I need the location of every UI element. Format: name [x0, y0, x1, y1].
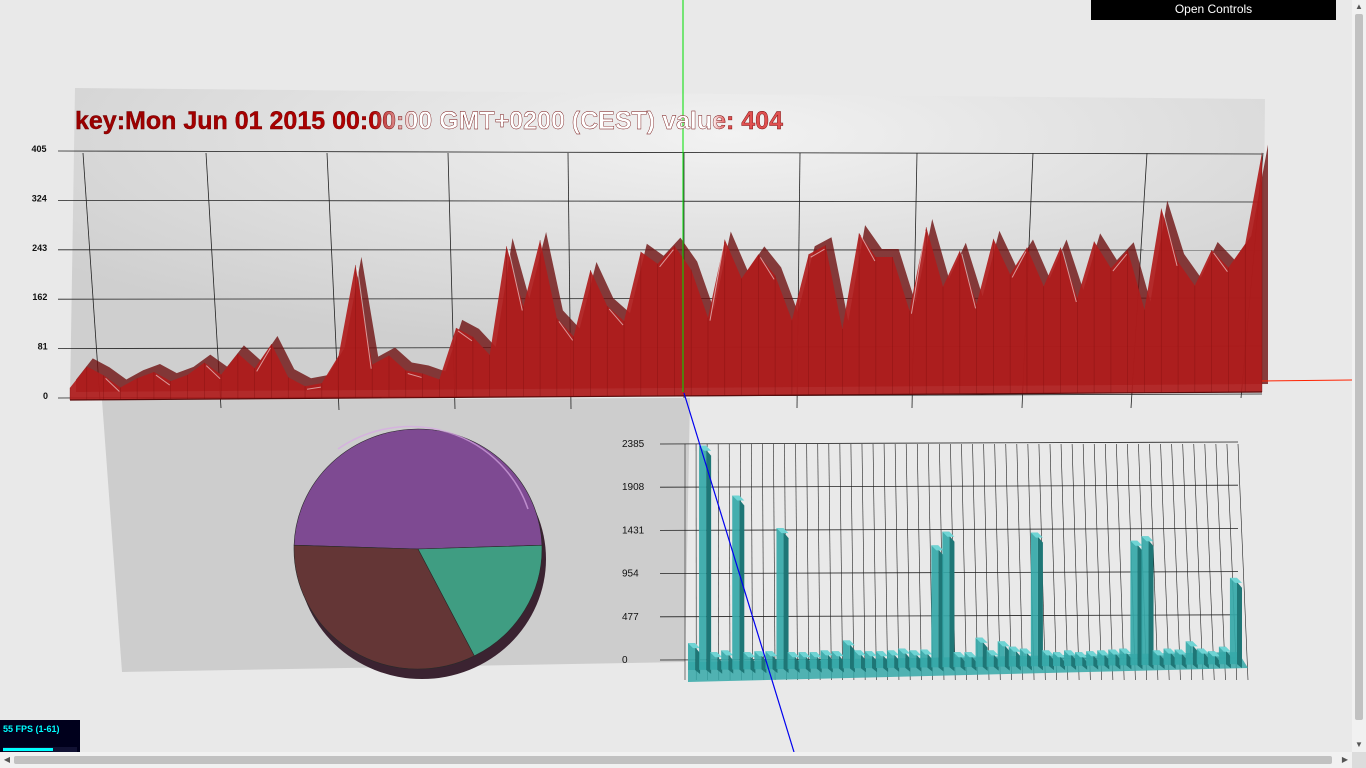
area-y-tick-label: 81	[38, 342, 48, 352]
bar-side	[1237, 581, 1242, 669]
webgl-scene[interactable]: 0 81 162 243 324 405 0 477 954 1431 1908 2385 key:…	[0, 0, 1352, 752]
scroll-right-icon[interactable]: ▶	[1338, 752, 1352, 768]
area-y-tick-label: 324	[32, 193, 47, 203]
horizontal-scrollbar[interactable]: ◀ ▶	[0, 752, 1352, 768]
scroll-up-icon[interactable]: ▲	[1352, 0, 1366, 14]
bar	[776, 528, 784, 670]
vertical-scrollbar[interactable]: ▲ ▼	[1352, 0, 1366, 752]
bar-side	[1037, 536, 1043, 671]
bar-grid-line	[817, 443, 821, 681]
bar-y-tick-label: 2385	[622, 439, 645, 450]
tooltip-value-prefix: value:	[655, 107, 741, 135]
bar-grid-line	[1016, 443, 1024, 681]
bar	[1141, 536, 1149, 666]
area-y-tick-label: 405	[31, 144, 46, 154]
bar-grid-line	[1171, 443, 1181, 681]
area-y-tick-label: 243	[32, 243, 47, 253]
area-y-tick-label: 162	[32, 292, 47, 302]
bar-side	[1148, 540, 1154, 670]
bar-y-tick-label: 477	[622, 612, 639, 623]
bar	[1130, 540, 1138, 666]
open-controls-button[interactable]: Open Controls	[1091, 0, 1336, 20]
bar	[942, 531, 950, 668]
bar	[1229, 577, 1237, 665]
tooltip-value: 404	[741, 107, 783, 135]
bar-grid-line	[872, 443, 877, 681]
scrollbar-corner	[1352, 752, 1366, 768]
fps-graph-fill	[3, 748, 54, 751]
bar-grid-line	[883, 443, 888, 681]
hover-tooltip: key:Mon Jun 01 2015 00:00:00 GMT+0200 (C…	[75, 107, 783, 135]
bar-grid-line	[894, 443, 900, 681]
bar-grid-line	[1071, 443, 1080, 681]
bar-grid-line	[1093, 443, 1102, 681]
bar-side	[949, 535, 955, 672]
bar-side	[706, 449, 712, 674]
bar-y-tick-label: 0	[622, 655, 628, 666]
bar-grid-line	[751, 443, 753, 681]
bar-side	[783, 532, 789, 674]
vertical-scroll-thumb[interactable]	[1355, 14, 1363, 720]
bar	[1030, 532, 1038, 667]
bar-grid-line	[806, 443, 810, 681]
area-chart-y-ticks: 0 81 162 243 324 405	[31, 144, 48, 401]
bar-grid-line	[1060, 443, 1069, 681]
bar-grid-line	[795, 443, 798, 681]
bar-grid-line	[728, 443, 731, 681]
tooltip-key-prefix: key:	[75, 107, 125, 135]
bar-grid-line	[916, 443, 922, 681]
bar-y-tick-label: 1908	[622, 482, 645, 493]
tooltip-key-value: Mon Jun 01 2015 00:00:00 GMT+0200 (CEST)	[125, 107, 655, 135]
bar-grid-line	[659, 441, 1239, 445]
fps-label: 55 FPS (1-61)	[3, 724, 60, 734]
bar-grid-line	[659, 528, 1239, 531]
bar-grid-line	[861, 443, 866, 681]
bar-grid-line	[1160, 443, 1170, 681]
bar	[732, 495, 740, 670]
bar-grid-line	[961, 443, 967, 681]
area-y-tick-label: 0	[43, 391, 48, 401]
bar-grid-line	[1204, 443, 1215, 681]
bar-grid-line	[1049, 443, 1057, 681]
bar-grid-line	[839, 443, 843, 681]
bar	[931, 545, 939, 668]
bar-y-tick-label: 1431	[622, 525, 645, 536]
bar-grid-line	[773, 443, 776, 681]
bar	[699, 445, 707, 670]
horizontal-scroll-thumb[interactable]	[14, 756, 1332, 764]
bar-grid-line	[1215, 443, 1226, 681]
bar-grid-line	[828, 443, 832, 681]
bar-grid-line	[1104, 443, 1114, 681]
chart-canvas: 0 81 162 243 324 405 0 477 954 1431 1908 2385 key:…	[31, 0, 1352, 752]
bar-chart	[688, 445, 1248, 682]
bar-grid-line	[1116, 443, 1125, 681]
bar-grid-line	[905, 443, 911, 681]
bar-y-tick-label: 954	[622, 569, 639, 580]
bar-grid-line	[717, 443, 720, 681]
fps-stats-panel[interactable]: 55 FPS (1-61)	[0, 720, 80, 752]
bar-grid-line	[762, 443, 765, 681]
scroll-left-icon[interactable]: ◀	[0, 752, 14, 768]
scroll-down-icon[interactable]: ▼	[1352, 738, 1366, 752]
x-axis-line	[1261, 379, 1352, 382]
bar-grid-line	[1082, 443, 1091, 681]
